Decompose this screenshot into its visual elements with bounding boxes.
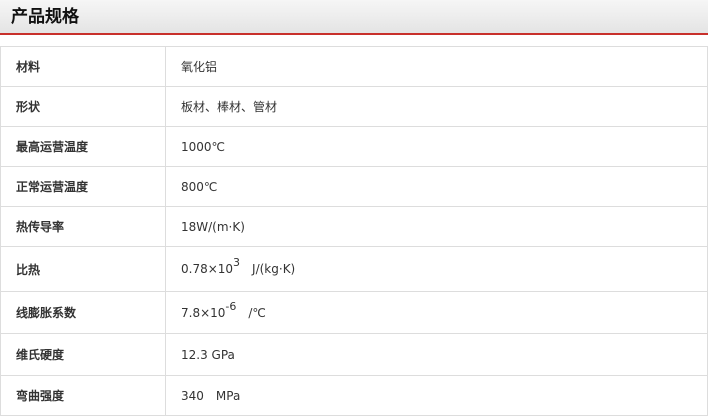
table-row: 最高运营温度 1000℃: [0, 126, 708, 167]
spec-value: 340 MPa: [165, 375, 708, 416]
spec-value-exponent: 3: [233, 256, 241, 269]
table-row: 形状 板材、棒材、管材: [0, 86, 708, 127]
spec-label: 材料: [0, 46, 166, 87]
table-row: 材料 氧化铝: [0, 46, 708, 87]
spec-label: 热传导率: [0, 206, 166, 247]
spec-value-base: 0.78×10: [181, 262, 234, 276]
spec-value: 氧化铝: [165, 46, 708, 87]
spec-value: 1000℃: [165, 126, 708, 167]
spec-value: 7.8×10-6 /℃: [165, 291, 708, 334]
spec-label: 维氏硬度: [0, 333, 166, 376]
table-row: 正常运营温度 800℃: [0, 166, 708, 207]
spec-value-unit: J/(kg·K): [252, 262, 296, 276]
spec-value: 18W/(m·K): [165, 206, 708, 247]
spec-label: 正常运营温度: [0, 166, 166, 207]
table-row: 线膨胀系数 7.8×10-6 /℃: [0, 291, 708, 334]
spec-value-unit: /℃: [248, 305, 266, 320]
table-row: 热传导率 18W/(m·K): [0, 206, 708, 247]
spec-label: 形状: [0, 86, 166, 127]
table-row: 比热 0.78×103 J/(kg·K): [0, 246, 708, 292]
spec-value: 12.3 GPa: [165, 333, 708, 376]
section-header: 产品规格: [0, 0, 708, 35]
spec-value: 800℃: [165, 166, 708, 207]
section-title: 产品规格: [11, 7, 79, 27]
spec-label: 比热: [0, 246, 166, 292]
spec-value-exponent: -6: [225, 299, 237, 313]
table-row: 弯曲强度 340 MPa: [0, 375, 708, 416]
spec-value-base: 7.8×10: [181, 305, 226, 320]
spec-label: 线膨胀系数: [0, 291, 166, 334]
spec-table: 材料 氧化铝 形状 板材、棒材、管材 最高运营温度 1000℃ 正常运营温度 8…: [0, 46, 708, 416]
spec-value: 0.78×103 J/(kg·K): [165, 246, 708, 292]
spec-label: 最高运营温度: [0, 126, 166, 167]
table-row: 维氏硬度 12.3 GPa: [0, 333, 708, 376]
spec-value: 板材、棒材、管材: [165, 86, 708, 127]
spec-label: 弯曲强度: [0, 375, 166, 416]
